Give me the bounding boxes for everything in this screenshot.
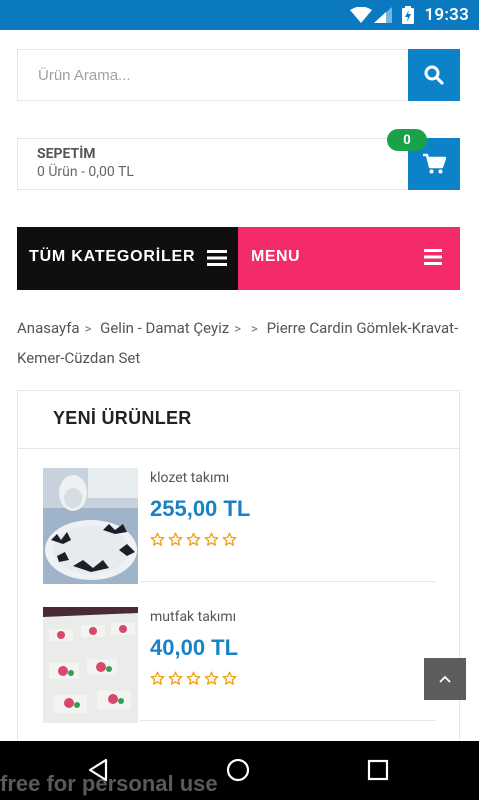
breadcrumb-link-home[interactable]: Anasayfa [17,319,80,337]
cart-summary: 0 Ürün - 0,00 TL [37,164,134,180]
chevron-right-icon: > [234,322,242,337]
cart-title: SEPETİM [37,146,96,162]
product-item[interactable]: mutfak takımı 40,00 TL [43,607,436,723]
clock: 19:33 [424,5,469,25]
divider [18,448,459,449]
search-bar [17,49,460,101]
search-button[interactable] [408,49,460,101]
chevron-up-icon [439,675,451,683]
home-icon[interactable] [226,758,250,782]
system-nav-bar: free for personal use [0,741,479,800]
star-outline-icon [222,532,237,546]
new-products-panel: YENİ ÜRÜNLER klozet takımı 255,00 TL mut… [17,390,460,750]
product-name[interactable]: mutfak takımı [150,609,236,625]
star-outline-icon [204,671,219,685]
cart-count-badge: 0 [387,129,427,151]
status-bar: 19:33 [0,0,479,30]
rating-stars [150,671,237,686]
menu-label: MENU [251,248,301,265]
search-input[interactable] [18,50,410,100]
rating-stars [150,532,237,547]
breadcrumb-link-category[interactable]: Gelin - Damat Çeyiz [100,319,229,337]
star-outline-icon [150,532,165,546]
panel-title: YENİ ÜRÜNLER [53,408,192,428]
category-bar: TÜM KATEGORİLER MENU [17,227,460,290]
breadcrumb: Anasayfa > Gelin - Damat Çeyiz > > Pierre C… [17,314,462,372]
divider [140,720,436,721]
menu-button[interactable]: MENU [238,227,460,290]
hamburger-icon [424,249,442,265]
product-price: 255,00 TL [150,496,251,521]
star-outline-icon [222,671,237,685]
product-name[interactable]: klozet takımı [150,470,229,486]
cart-icon [423,153,446,174]
star-outline-icon [168,671,183,685]
search-icon [424,65,444,85]
signal-icon [374,7,392,23]
star-outline-icon [204,532,219,546]
product-item[interactable]: klozet takımı 255,00 TL [43,468,436,584]
chevron-right-icon: > [251,322,258,337]
watermark: free for personal use [0,771,218,796]
product-price: 40,00 TL [150,635,239,660]
hamburger-icon [207,250,227,266]
recents-icon[interactable] [367,758,389,782]
all-categories-button[interactable]: TÜM KATEGORİLER [17,227,238,290]
divider [140,581,436,582]
star-outline-icon [168,532,183,546]
star-outline-icon [186,532,201,546]
star-outline-icon [186,671,201,685]
wifi-icon [350,7,372,23]
star-outline-icon [150,671,165,685]
all-categories-label: TÜM KATEGORİLER [29,248,196,265]
product-image[interactable] [43,607,138,723]
chevron-right-icon: > [84,322,92,337]
product-image[interactable] [43,468,138,584]
scroll-to-top-button[interactable] [424,658,466,700]
battery-charging-icon [402,6,414,24]
